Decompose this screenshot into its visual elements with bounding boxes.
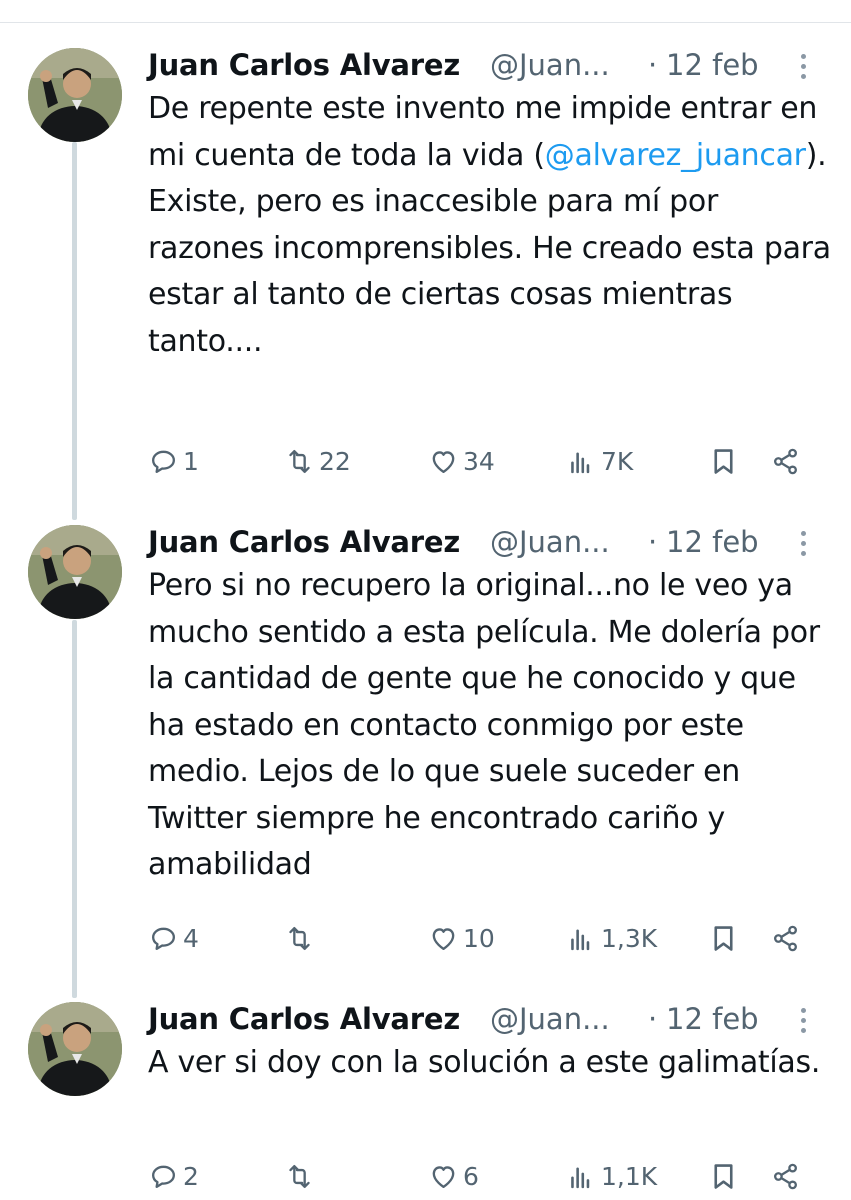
views-count: 1,1K	[601, 1161, 658, 1191]
retweet-button[interactable]: 22	[284, 441, 351, 481]
more-icon[interactable]	[798, 1008, 808, 1038]
reply-icon	[152, 927, 175, 950]
separator: ·	[648, 525, 658, 559]
separator: ·	[648, 1002, 658, 1036]
retweet-icon	[289, 926, 310, 950]
avatar[interactable]	[28, 1002, 122, 1096]
views-button[interactable]: 1,3K	[566, 918, 657, 958]
tweet-text: De repente este invento me impide entrar…	[148, 86, 838, 365]
author-name[interactable]: Juan Carlos Alvarez	[148, 48, 460, 82]
heart-icon	[432, 927, 455, 950]
avatar[interactable]	[28, 525, 122, 619]
tweet-header: Juan Carlos Alvarez @Juan... · 12 feb	[148, 48, 828, 88]
views-icon	[571, 1166, 590, 1188]
reply-icon	[152, 450, 175, 473]
more-icon[interactable]	[798, 54, 808, 84]
views-count: 1,3K	[601, 923, 658, 953]
retweet-icon	[289, 1164, 310, 1188]
author-handle[interactable]: @Juan...	[490, 1002, 610, 1036]
share-icon	[774, 925, 797, 951]
retweet-button[interactable]	[284, 918, 319, 958]
tweet-header: Juan Carlos Alvarez @Juan... · 12 feb	[148, 1002, 828, 1042]
like-button[interactable]: 34	[428, 441, 495, 481]
tweet[interactable]: Juan Carlos Alvarez @Juan... · 12 feb Pe…	[0, 525, 851, 965]
tweet-text: Pero si no recupero la original...no le …	[148, 563, 838, 889]
retweet-count: 22	[319, 446, 351, 476]
bookmark-button[interactable]	[708, 918, 739, 958]
action-bar: 4 10 1,3K	[148, 918, 828, 958]
like-button[interactable]: 6	[428, 1156, 479, 1196]
reply-count: 2	[183, 1161, 199, 1191]
reply-icon	[152, 1165, 175, 1188]
avatar[interactable]	[28, 48, 122, 142]
tweet-text-part: Pero si no recupero la original...no le …	[148, 568, 820, 882]
like-button[interactable]: 10	[428, 918, 495, 958]
views-button[interactable]: 1,1K	[566, 1156, 657, 1196]
action-bar: 2 6 1,1K	[148, 1156, 828, 1196]
more-icon[interactable]	[798, 531, 808, 561]
bookmark-icon	[714, 1163, 733, 1189]
share-button[interactable]	[770, 1156, 801, 1196]
author-handle[interactable]: @Juan...	[490, 48, 610, 82]
like-count: 10	[463, 923, 495, 953]
views-icon	[571, 928, 590, 950]
share-button[interactable]	[770, 918, 801, 958]
bookmark-icon	[714, 925, 733, 951]
heart-icon	[432, 450, 455, 473]
reply-button[interactable]: 4	[148, 918, 199, 958]
mention-link[interactable]: @alvarez_juancar	[545, 138, 806, 173]
bookmark-button[interactable]	[708, 1156, 739, 1196]
heart-icon	[432, 1165, 455, 1188]
tweet[interactable]: Juan Carlos Alvarez @Juan... · 12 feb A …	[0, 1002, 851, 1200]
tweet-text-part: A ver si doy con la solución a este gali…	[148, 1045, 821, 1080]
share-icon	[774, 1163, 797, 1189]
author-handle[interactable]: @Juan...	[490, 525, 610, 559]
reply-count: 1	[183, 446, 199, 476]
tweet-date[interactable]: 12 feb	[666, 1002, 759, 1036]
tweet[interactable]: Juan Carlos Alvarez @Juan... · 12 feb De…	[0, 48, 851, 488]
bookmark-button[interactable]	[708, 441, 739, 481]
top-divider	[0, 22, 851, 23]
tweet-date[interactable]: 12 feb	[666, 48, 759, 82]
author-name[interactable]: Juan Carlos Alvarez	[148, 525, 460, 559]
bookmark-icon	[714, 448, 733, 474]
reply-count: 4	[183, 923, 199, 953]
separator: ·	[648, 48, 658, 82]
retweet-button[interactable]	[284, 1156, 319, 1196]
reply-button[interactable]: 2	[148, 1156, 199, 1196]
retweet-icon	[289, 449, 310, 473]
like-count: 6	[463, 1161, 479, 1191]
like-count: 34	[463, 446, 495, 476]
views-count: 7K	[601, 446, 634, 476]
action-bar: 1 22 34 7K	[148, 441, 828, 481]
share-button[interactable]	[770, 441, 801, 481]
reply-button[interactable]: 1	[148, 441, 199, 481]
tweet-date[interactable]: 12 feb	[666, 525, 759, 559]
tweet-header: Juan Carlos Alvarez @Juan... · 12 feb	[148, 525, 828, 565]
share-icon	[774, 448, 797, 474]
tweet-text: A ver si doy con la solución a este gali…	[148, 1040, 838, 1087]
author-name[interactable]: Juan Carlos Alvarez	[148, 1002, 460, 1036]
views-icon	[571, 451, 590, 473]
views-button[interactable]: 7K	[566, 441, 633, 481]
